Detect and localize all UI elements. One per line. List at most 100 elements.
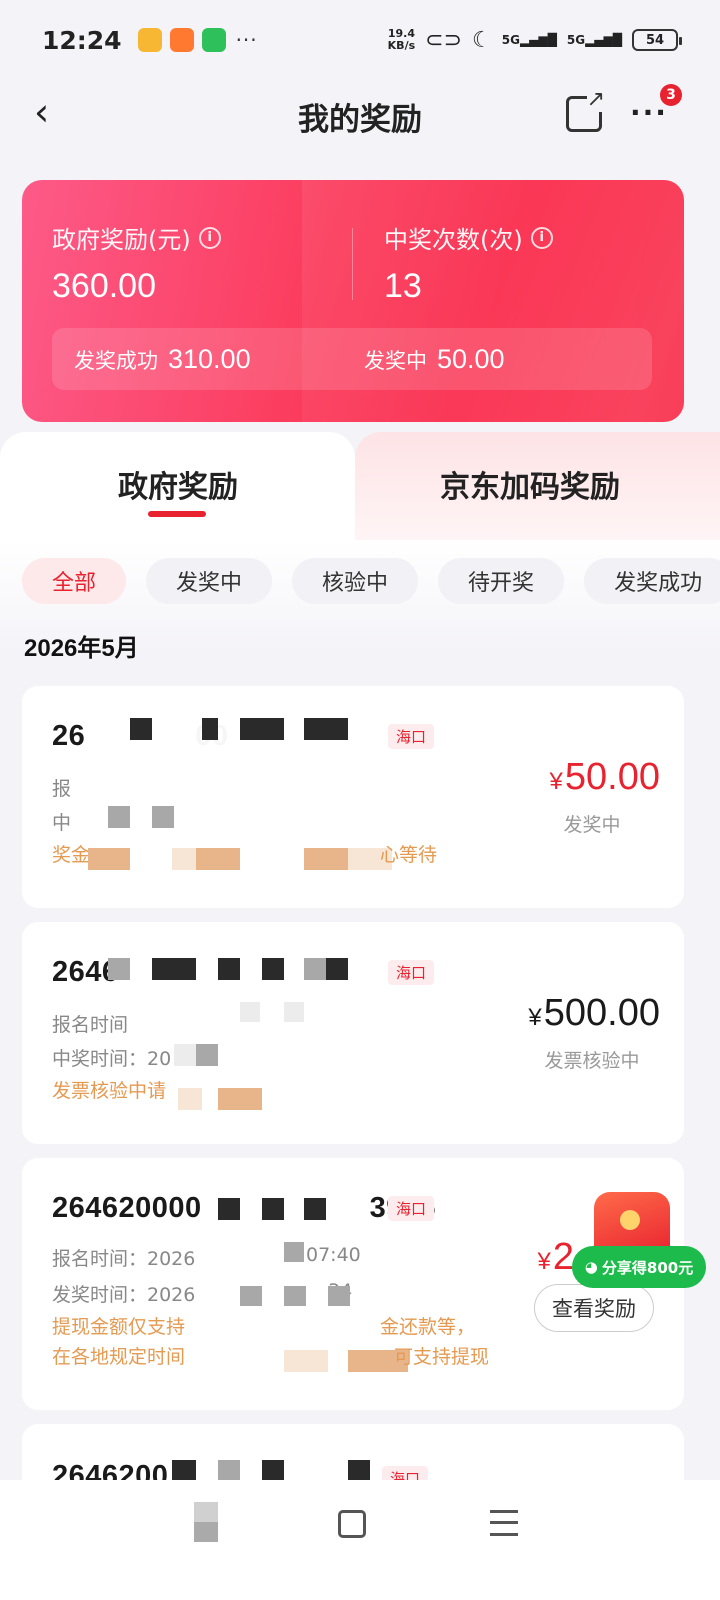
paying-summary: 发奖中 50.00 xyxy=(364,344,505,375)
record-amount-value: 500.00 xyxy=(543,992,660,1034)
reward-record-card[interactable]: 2646200 海口 xyxy=(22,1424,684,1484)
win-count-value: 13 xyxy=(384,267,422,305)
privacy-mask xyxy=(328,1286,350,1306)
city-tag: 海口 xyxy=(388,960,435,985)
gov-reward-value: 360.00 xyxy=(52,267,156,305)
nav-back-icon[interactable] xyxy=(194,1502,218,1542)
currency-symbol: ¥ xyxy=(549,768,563,795)
record-note-line1-tail: 金还款等， xyxy=(380,1316,476,1338)
privacy-mask xyxy=(196,848,240,870)
signal-icon-1: 5G▂▄▆█ xyxy=(501,33,557,47)
record-signup-time: 报名时间 xyxy=(52,1014,129,1036)
paying-value: 50.00 xyxy=(437,343,505,374)
privacy-mask xyxy=(240,1286,262,1306)
notes-app-icon xyxy=(137,28,162,52)
paid-label: 发奖成功 xyxy=(74,348,158,373)
reward-summary-card: 政府奖励(元) i 360.00 中奖次数(次) i 13 发奖成功 310.0… xyxy=(22,180,684,422)
record-payout-time: 发奖时间：2026 xyxy=(52,1284,196,1306)
privacy-mask xyxy=(284,1002,304,1022)
filter-paying[interactable]: 发奖中 xyxy=(146,558,273,604)
privacy-mask xyxy=(202,718,218,740)
info-icon[interactable]: i xyxy=(530,226,553,249)
privacy-mask xyxy=(326,958,348,980)
view-reward-button[interactable]: 查看奖励 xyxy=(534,1284,654,1332)
app-header: ‹ 我的奖励 ··· xyxy=(0,80,720,150)
reward-record-card[interactable]: 2600 海口 报 中 奖金 心等待 ¥50.00 发奖中 xyxy=(22,686,684,908)
privacy-mask xyxy=(304,958,326,980)
filter-paid[interactable]: 发奖成功 xyxy=(584,558,720,604)
payout-status-bar: 发奖成功 310.00 发奖中 50.00 xyxy=(52,328,652,390)
net-speed: 19.4 KB/s xyxy=(388,28,415,52)
summary-divider xyxy=(352,228,353,300)
city-tag: 海口 xyxy=(388,1196,435,1221)
share-label: 分享得800元 xyxy=(601,1258,694,1277)
info-icon[interactable]: i xyxy=(198,226,221,249)
record-status: 发票核验中 xyxy=(544,1050,640,1072)
record-note-tail: 心等待 xyxy=(380,844,438,866)
privacy-mask xyxy=(218,958,240,980)
win-count-summary: 中奖次数(次) i 13 xyxy=(384,220,553,306)
tab-label: 京东加码奖励 xyxy=(440,470,620,505)
reward-record-card[interactable]: 2646 海口 报名时间 中奖时间：20 发票核验中请 ¥500.00 发票核验… xyxy=(22,922,684,1144)
signal-label-2: 5G xyxy=(566,33,586,47)
privacy-mask xyxy=(304,718,348,740)
nav-menu-icon[interactable] xyxy=(490,1510,518,1536)
record-note: 奖金 xyxy=(52,844,91,866)
privacy-mask xyxy=(240,1002,260,1022)
privacy-mask xyxy=(262,1198,284,1220)
filter-verifying[interactable]: 核验中 xyxy=(292,558,419,604)
share-icon[interactable] xyxy=(566,87,605,132)
record-signup-time-tail: 07:40 xyxy=(306,1244,361,1266)
status-filter-bar: 全部 发奖中 核验中 待开奖 发奖成功 xyxy=(22,558,720,604)
tab-gov-reward[interactable]: 政府奖励 xyxy=(0,432,355,542)
gov-reward-summary: 政府奖励(元) i 360.00 xyxy=(52,220,221,306)
system-nav-bar xyxy=(0,1480,720,1600)
active-tab-indicator xyxy=(148,511,206,517)
record-amount: ¥2 xyxy=(538,1236,575,1279)
privacy-mask xyxy=(152,958,196,980)
record-win-time: 中 xyxy=(52,812,72,834)
record-note-line1: 提现金额仅支持 xyxy=(52,1316,186,1338)
tab-label: 政府奖励 xyxy=(118,470,238,505)
record-note: 发票核验中请 xyxy=(52,1080,167,1102)
paid-value: 310.00 xyxy=(168,343,251,374)
win-count-label: 中奖次数(次) xyxy=(384,226,523,254)
download-app-icon xyxy=(201,28,226,52)
paying-label: 发奖中 xyxy=(364,348,427,373)
currency-symbol: ¥ xyxy=(537,1248,551,1275)
filter-pending-draw[interactable]: 待开奖 xyxy=(438,558,565,604)
status-app-icons xyxy=(137,28,226,52)
status-more-icon: ··· xyxy=(235,28,258,52)
record-amount: ¥500.00 xyxy=(528,992,660,1035)
record-status: 发奖中 xyxy=(563,814,621,836)
moon-icon: ☾ xyxy=(472,27,492,53)
share-reward-button[interactable]: ◕ 分享得800元 xyxy=(572,1246,706,1288)
gov-reward-label: 政府奖励(元) xyxy=(52,226,191,254)
privacy-mask xyxy=(304,848,348,870)
privacy-mask xyxy=(196,1044,218,1066)
record-win-time: 中奖时间：20 xyxy=(52,1048,172,1070)
record-id: 2646200003926 xyxy=(52,1192,436,1225)
signal-label-1: 5G xyxy=(501,33,520,47)
privacy-mask xyxy=(284,1242,304,1262)
record-signup-time: 报 xyxy=(52,778,72,800)
privacy-mask xyxy=(152,806,174,828)
reward-tabs: 京东加码奖励 政府奖励 xyxy=(0,432,720,542)
status-time: 12:24 xyxy=(42,25,122,55)
paid-summary: 发奖成功 310.00 xyxy=(74,344,251,375)
shopping-app-icon xyxy=(169,28,194,52)
filter-all[interactable]: 全部 xyxy=(22,558,127,604)
privacy-mask xyxy=(304,1198,326,1220)
battery-icon: 54 xyxy=(632,29,682,51)
signal-icon-2: 5G▂▄▆█ xyxy=(566,33,622,47)
privacy-mask xyxy=(218,1198,240,1220)
privacy-mask xyxy=(240,718,284,740)
nav-home-icon[interactable] xyxy=(338,1510,366,1538)
tab-jd-bonus[interactable]: 京东加码奖励 xyxy=(355,432,720,542)
record-id-head: 264620000 xyxy=(52,1192,202,1224)
record-amount: ¥50.00 xyxy=(550,756,660,799)
record-id-head: 26 xyxy=(52,720,86,752)
city-tag: 海口 xyxy=(388,724,435,749)
privacy-mask xyxy=(88,848,130,870)
record-note-line2-tail: 可支持提现 xyxy=(394,1346,490,1368)
